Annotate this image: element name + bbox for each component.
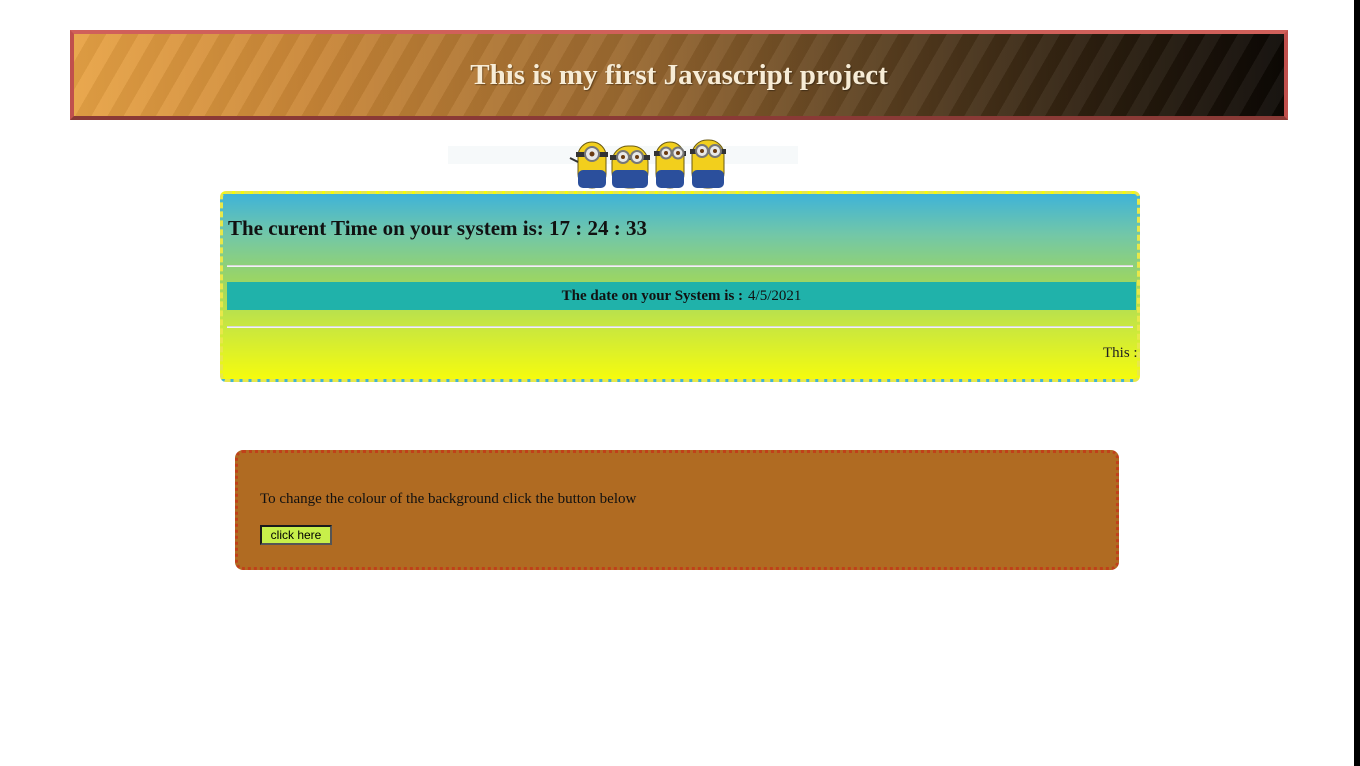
minions-illustration [448,139,798,189]
page-title: This is my first Javascript project [470,58,888,91]
minion-4-icon [690,139,726,189]
clock-panel: The curent Time on your system is: 17 : … [220,191,1140,382]
background-color-panel: To change the colour of the background c… [235,450,1119,570]
instruction-text: To change the colour of the background c… [260,491,637,507]
change-background-button[interactable]: click here [260,525,332,545]
header-banner: This is my first Javascript project [70,30,1288,120]
date-label: The date on your System is : [561,287,744,304]
current-time-heading: The curent Time on your system is: 17 : … [228,216,648,240]
divider [227,326,1133,328]
divider [227,265,1133,267]
scrolling-marquee-text: This : [1103,345,1138,361]
date-bar: The date on your System is : 4/5/2021 [227,282,1136,310]
date-value: 4/5/2021 [748,287,802,304]
minion-2-icon [610,145,650,189]
scrollbar[interactable] [1354,0,1360,766]
page: This is my first Javascript project The … [0,0,1360,766]
minion-3-icon [654,141,686,189]
